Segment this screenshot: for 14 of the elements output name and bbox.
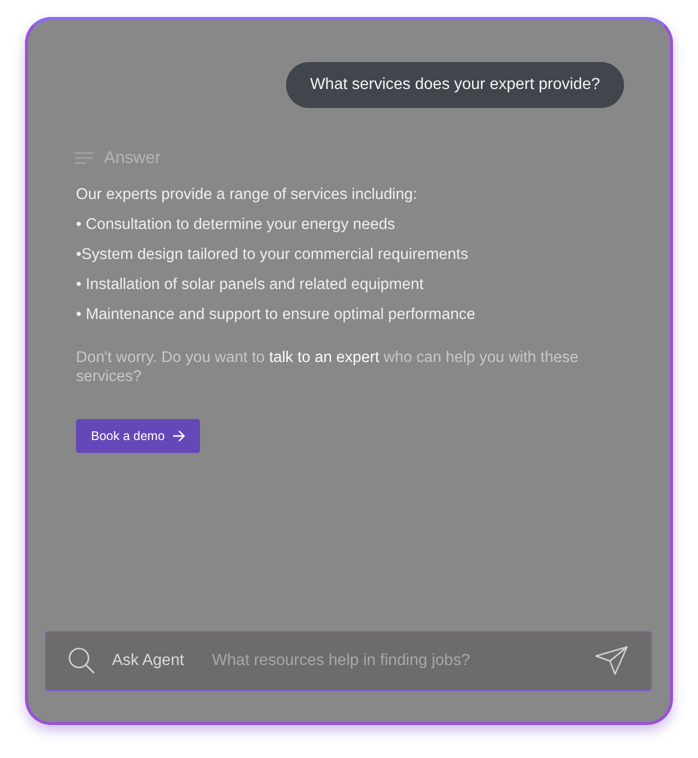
answer-text: Our experts provide a range of services including: (76, 185, 418, 205)
book-demo-button[interactable]: Book a demo (76, 419, 200, 453)
list-item: • Consultation to determine your energy needs (76, 215, 396, 235)
input-field[interactable]: What resources help in finding jobs? (210, 651, 595, 671)
ask-label: Ask Agent (112, 652, 184, 670)
list-item: • Installation of solar panels and related equipment (76, 275, 425, 295)
list-item: •System design tailored to your commercial requirements (76, 245, 470, 265)
list-item: • Maintenance and support to ensure optimal performance (76, 305, 476, 325)
question-bubble: What services does your expert provide? (286, 62, 624, 108)
arrow-right-icon (172, 430, 186, 442)
send-icon[interactable] (595, 646, 629, 676)
answer-note: Don't worry. Do you want to talk to an expert who can help you with these services? (76, 348, 580, 386)
lines-icon (74, 151, 94, 165)
search-icon (68, 647, 96, 675)
